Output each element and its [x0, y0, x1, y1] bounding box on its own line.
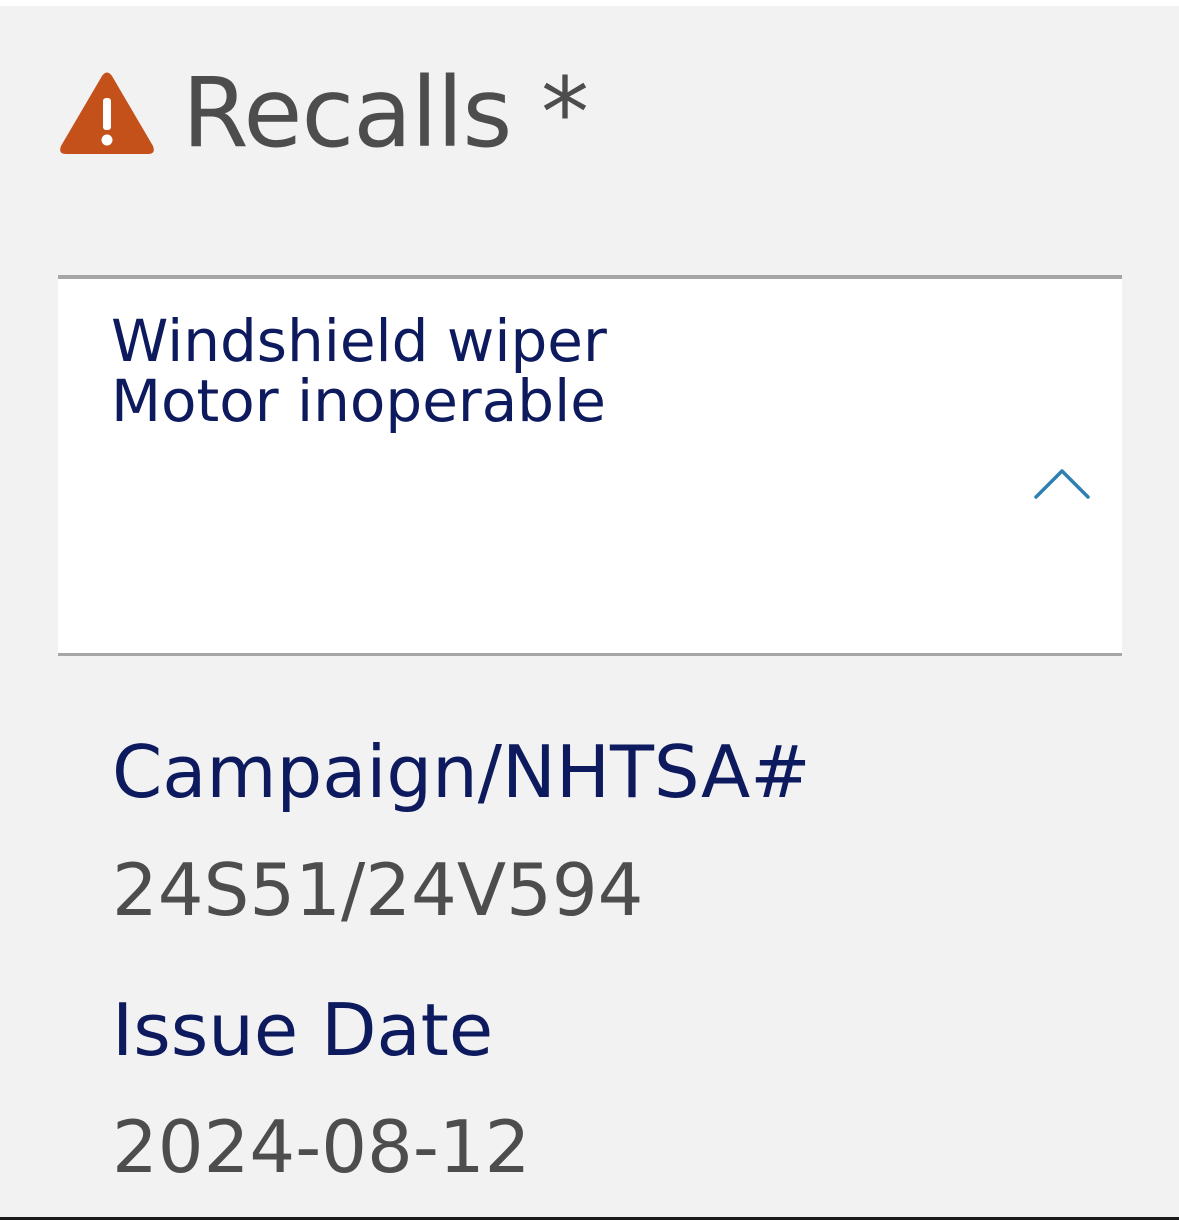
recall-title-line-1: Windshield wiper: [111, 307, 607, 375]
warning-icon: [60, 72, 154, 154]
page-title: Recalls *: [182, 57, 589, 169]
recalls-header: Recalls *: [58, 57, 589, 169]
recall-title: Windshield wiper Motor inoperable: [111, 311, 911, 431]
campaign-value: 24S51/24V594: [112, 848, 644, 932]
issue-date-label: Issue Date: [112, 988, 494, 1072]
recall-title-line-2: Motor inoperable: [111, 367, 606, 435]
campaign-label: Campaign/NHTSA#: [112, 730, 811, 814]
issue-date-value: 2024-08-12: [112, 1105, 531, 1189]
recall-accordion[interactable]: Windshield wiper Motor inoperable: [58, 275, 1122, 656]
chevron-up-icon[interactable]: [1032, 465, 1092, 501]
top-edge: [0, 0, 1179, 6]
